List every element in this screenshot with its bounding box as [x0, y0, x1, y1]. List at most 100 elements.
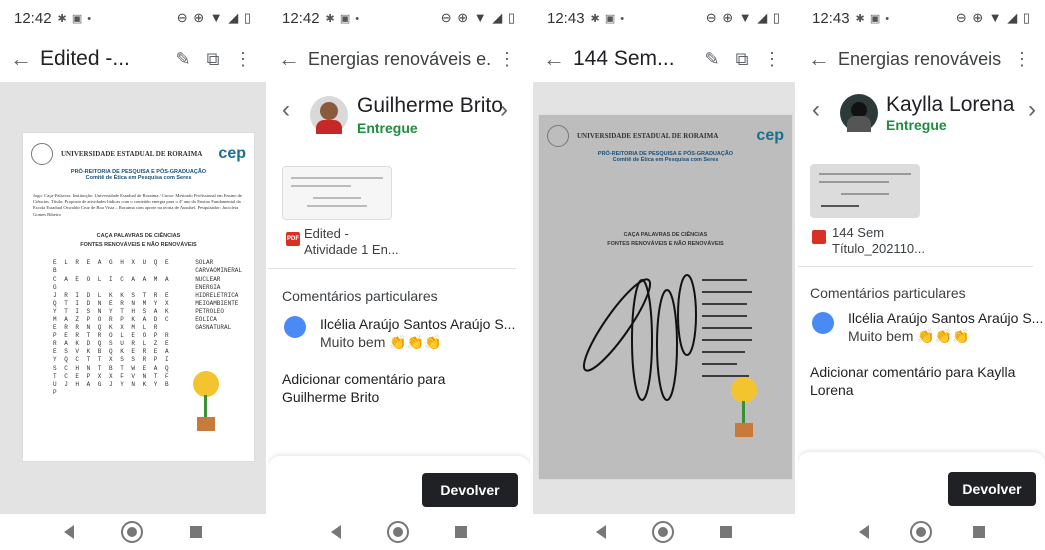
submission-status: Entregue — [357, 120, 418, 136]
word-list-item: GASNATURAL — [195, 324, 232, 332]
grid-row: S C H N T B T W E A Q — [53, 364, 171, 372]
student-avatar — [840, 94, 878, 132]
previous-student-chevron-icon[interactable]: ‹ — [282, 96, 290, 124]
nav-back-icon[interactable] — [596, 525, 606, 539]
scanned-document-page[interactable]: UNIVERSIDADE ESTADUAL DE RORAIMA cep PRÓ… — [538, 114, 793, 480]
edit-pencil-icon[interactable]: ✎ — [697, 49, 727, 70]
page-title: Energias renováveis e... — [308, 48, 492, 69]
nav-home-icon[interactable] — [909, 521, 932, 543]
add-comment-field[interactable]: Adicionar comentário para Kaylla Lorena — [810, 363, 1035, 399]
notification-icons: ✱ ▣ • — [57, 12, 93, 25]
lightbulb-icon — [193, 371, 219, 397]
nav-recent-icon[interactable] — [720, 526, 732, 538]
student-avatar — [310, 96, 348, 134]
grid-row: P E R T R O L E O P R — [53, 332, 171, 340]
university-logo-icon — [547, 125, 569, 147]
screen-student-work-2: 12:43 ✱ ▣ • ⊖ ⊕ ▼ ◢ ▯ ← Energias renováv… — [798, 0, 1045, 550]
word-list-item: EOLICA — [195, 316, 217, 323]
open-external-icon[interactable]: ⧉ — [727, 49, 757, 70]
more-menu-icon[interactable]: ⋮ — [1007, 49, 1037, 70]
private-comments-title: Comentários particulares — [810, 285, 966, 301]
more-menu-icon[interactable]: ⋮ — [228, 49, 258, 70]
word-list-item: SOLAR — [195, 259, 214, 267]
grid-row: E L R E A G H X U Q E B — [53, 259, 171, 275]
comment-author: Ilcélia Araújo Santos Araújo S... — [320, 316, 516, 332]
bottom-action-sheet: Devolver — [268, 456, 530, 514]
grid-row: J R I D L K K S T R E — [53, 291, 171, 299]
nav-back-icon[interactable] — [63, 525, 74, 539]
game-title-2: FONTES RENOVÁVEIS E NÃO RENOVÁVEIS — [607, 240, 724, 247]
grid-row: R A K D Q S U R L Z E — [53, 340, 171, 348]
attachment-name-line-2: Título_202110... — [832, 241, 925, 257]
word-list-item: HIDRELETRICA — [195, 291, 239, 299]
nav-home-icon[interactable] — [120, 521, 143, 543]
attachment-name[interactable]: 144 Sem Título_202110... — [832, 225, 925, 258]
next-student-chevron-icon[interactable]: › — [1028, 96, 1036, 124]
word-grid: E L R E A G H X U Q E BC A E O L I C A A… — [53, 259, 181, 397]
system-nav-bar — [533, 514, 795, 550]
bottom-action-sheet: Devolver — [798, 452, 1045, 514]
open-external-icon[interactable]: ⧉ — [198, 49, 228, 70]
lightbulb-icon — [731, 377, 757, 403]
status-bar: 12:43 ✱ ▣ • ⊖ ⊕ ▼ ◢ ▯ — [798, 0, 1045, 36]
comment-text: Muito bem — [320, 334, 386, 350]
university-name: UNIVERSIDADE ESTADUAL DE RORAIMA — [577, 132, 719, 140]
attachment-name[interactable]: Edited - Atividade 1 En... — [304, 226, 399, 259]
next-student-chevron-icon[interactable]: › — [500, 96, 508, 124]
grid-row: M A Z P O R P K A D C — [53, 316, 171, 323]
more-menu-icon[interactable]: ⋮ — [757, 49, 787, 70]
attachment-thumbnail[interactable] — [810, 164, 920, 218]
clapping-hands-icon: 👏👏👏 — [389, 334, 442, 350]
nav-home-icon[interactable] — [387, 521, 409, 543]
system-icons: ⊖ ⊕ ▼ ◢ ▯ — [705, 10, 781, 25]
back-arrow-icon[interactable]: ← — [808, 46, 838, 72]
student-name: Guilherme Brito — [357, 94, 503, 117]
app-bar: ← Energias renováveis e... ⋮ — [268, 36, 530, 82]
back-arrow-icon[interactable]: ← — [543, 46, 573, 72]
university-name: UNIVERSIDADE ESTADUAL DE RORAIMA — [61, 150, 203, 158]
app-bar: ← Energias renováveis e... ⋮ — [798, 36, 1045, 82]
document-page[interactable]: UNIVERSIDADE ESTADUAL DE RORAIMA cep PRÓ… — [22, 132, 255, 462]
system-icons: ⊖ ⊕ ▼ ◢ ▯ — [176, 10, 252, 25]
private-comments-title: Comentários particulares — [282, 288, 438, 304]
notification-icons: ✱ ▣ • — [590, 12, 626, 25]
return-button[interactable]: Devolver — [948, 472, 1036, 506]
attachment-name-line-1: 144 Sem — [832, 225, 885, 240]
nav-back-icon[interactable] — [858, 525, 869, 539]
notification-icons: ✱ ▣ • — [325, 12, 361, 25]
return-button[interactable]: Devolver — [422, 473, 518, 507]
document-canvas: UNIVERSIDADE ESTADUAL DE RORAIMA cep PRÓ… — [0, 82, 266, 514]
word-list-item: CARVAOMINERAL — [195, 267, 242, 275]
previous-student-chevron-icon[interactable]: ‹ — [812, 96, 820, 124]
screen-document-viewer-2: 12:43 ✱ ▣ • ⊖ ⊕ ▼ ◢ ▯ ← 144 Sem... ✎ ⧉ ⋮… — [533, 0, 795, 550]
attachment-name-line-2: Atividade 1 En... — [304, 242, 399, 258]
word-list-item: ENERGIA — [195, 283, 221, 291]
screen-student-work-1: 12:42 ✱ ▣ • ⊖ ⊕ ▼ ◢ ▯ ← Energias renováv… — [268, 0, 530, 550]
document-canvas: UNIVERSIDADE ESTADUAL DE RORAIMA cep PRÓ… — [533, 82, 795, 514]
add-comment-field[interactable]: Adicionar comentário para Guilherme Brit… — [282, 370, 512, 406]
student-name: Kaylla Lorena — [886, 93, 1015, 116]
cep-logo: cep — [218, 145, 246, 162]
page-title: Energias renováveis e... — [838, 48, 1007, 69]
game-title-2: FONTES RENOVÁVEIS E NÃO RENOVÁVEIS — [80, 241, 197, 248]
system-icons: ⊖ ⊕ ▼ ◢ ▯ — [440, 10, 516, 25]
edit-pencil-icon[interactable]: ✎ — [168, 49, 198, 70]
divider — [268, 268, 516, 269]
commenter-avatar — [812, 312, 834, 334]
nav-recent-icon[interactable] — [455, 526, 467, 538]
game-title-1: CAÇA PALAVRAS DE CIÊNCIAS — [623, 232, 708, 238]
back-arrow-icon[interactable]: ← — [10, 46, 40, 72]
commenter-avatar — [284, 316, 306, 338]
app-bar: ← Edited -... ✎ ⧉ ⋮ — [0, 36, 266, 82]
nav-recent-icon[interactable] — [972, 526, 985, 538]
more-menu-icon[interactable]: ⋮ — [492, 49, 522, 70]
comment-author: Ilcélia Araújo Santos Araújo S... — [848, 310, 1044, 326]
nav-home-icon[interactable] — [652, 521, 674, 543]
nav-recent-icon[interactable] — [190, 526, 203, 538]
attachment-thumbnail[interactable] — [282, 166, 392, 220]
nav-back-icon[interactable] — [331, 525, 341, 539]
system-nav-bar — [798, 514, 1045, 550]
comment-body: Muito bem 👏👏👏 — [848, 328, 970, 345]
grid-row: E S V K B Q K E R E A — [53, 348, 171, 356]
back-arrow-icon[interactable]: ← — [278, 46, 308, 72]
